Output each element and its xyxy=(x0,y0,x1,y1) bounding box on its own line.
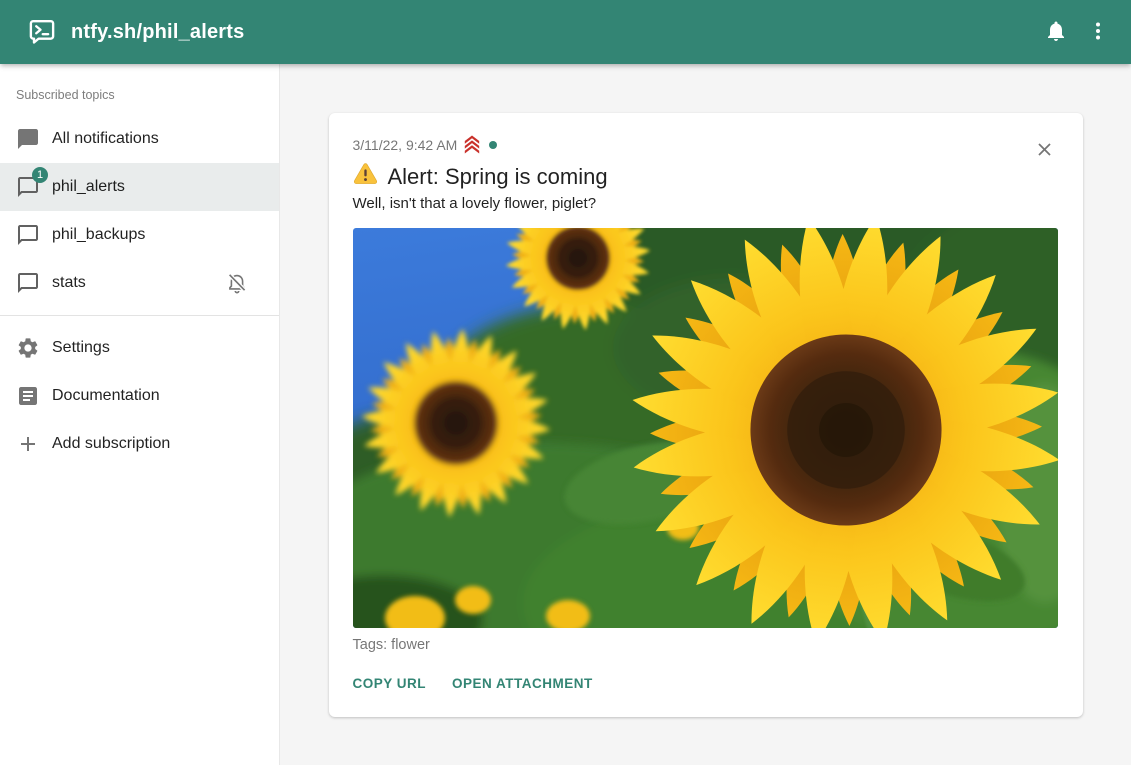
main-area: 3/11/22, 9:42 AM xyxy=(280,64,1131,765)
notification-title: Alert: Spring is coming xyxy=(388,164,608,190)
notification-card: 3/11/22, 9:42 AM xyxy=(329,113,1083,717)
sidebar-item-settings[interactable]: Settings xyxy=(0,324,279,372)
notifications-button[interactable] xyxy=(1035,11,1077,53)
sidebar-item-label: Settings xyxy=(52,339,110,357)
subscribed-topics-label: Subscribed topics xyxy=(0,64,279,115)
chat-bubble-outline-icon xyxy=(16,223,40,247)
sunflower-photo-graphic xyxy=(353,228,1058,628)
sidebar-item-label: phil_backups xyxy=(52,226,145,244)
close-icon xyxy=(1034,139,1055,163)
notification-actions: COPY URL OPEN ATTACHMENT xyxy=(353,674,1059,693)
sidebar-item-phil-alerts[interactable]: 1 phil_alerts xyxy=(0,163,279,211)
sidebar: Subscribed topics All notifications 1 ph… xyxy=(0,64,280,765)
sidebar-item-label: Add subscription xyxy=(52,435,170,453)
unread-count-badge: 1 xyxy=(32,167,48,183)
priority-max-icon xyxy=(463,135,481,155)
bell-off-icon xyxy=(225,271,249,295)
chat-bubble-outline-icon: 1 xyxy=(16,175,40,199)
ntfy-logo-icon xyxy=(27,17,57,47)
sidebar-item-label: stats xyxy=(52,274,86,292)
sidebar-item-stats[interactable]: stats xyxy=(0,259,279,307)
sidebar-item-phil-backups[interactable]: phil_backups xyxy=(0,211,279,259)
notification-title-row: Alert: Spring is coming xyxy=(353,162,1059,191)
bell-icon xyxy=(1044,19,1068,46)
open-attachment-button[interactable]: OPEN ATTACHMENT xyxy=(452,674,593,693)
chat-bubble-outline-icon xyxy=(16,271,40,295)
sidebar-item-label: All notifications xyxy=(52,130,159,148)
close-notification-button[interactable] xyxy=(1032,138,1058,164)
app-bar: ntfy.sh/phil_alerts xyxy=(0,0,1131,64)
notification-body: Well, isn't that a lovely flower, piglet… xyxy=(353,195,1059,212)
attachment-image[interactable] xyxy=(353,228,1058,628)
warning-emoji-icon xyxy=(353,162,378,191)
unread-dot xyxy=(489,141,497,149)
gear-icon xyxy=(16,336,40,360)
app-root: ntfy.sh/phil_alerts Subscribed topics xyxy=(0,0,1131,765)
overflow-menu-button[interactable] xyxy=(1077,11,1119,53)
content-area: Subscribed topics All notifications 1 ph… xyxy=(0,64,1131,765)
sidebar-item-all-notifications[interactable]: All notifications xyxy=(0,115,279,163)
plus-icon xyxy=(16,432,40,456)
sidebar-item-label: phil_alerts xyxy=(52,178,125,196)
sidebar-item-add-subscription[interactable]: Add subscription xyxy=(0,420,279,468)
sidebar-item-documentation[interactable]: Documentation xyxy=(0,372,279,420)
sidebar-divider xyxy=(0,315,279,316)
app-title: ntfy.sh/phil_alerts xyxy=(71,21,244,44)
notification-tags: Tags: flower xyxy=(353,637,1059,653)
kebab-menu-icon xyxy=(1086,19,1110,46)
notification-timestamp: 3/11/22, 9:42 AM xyxy=(353,137,458,153)
chat-bubble-filled-icon xyxy=(16,127,40,151)
notification-meta-row: 3/11/22, 9:42 AM xyxy=(353,135,1059,155)
document-icon xyxy=(16,384,40,408)
sidebar-item-label: Documentation xyxy=(52,387,160,405)
copy-url-button[interactable]: COPY URL xyxy=(353,674,427,693)
